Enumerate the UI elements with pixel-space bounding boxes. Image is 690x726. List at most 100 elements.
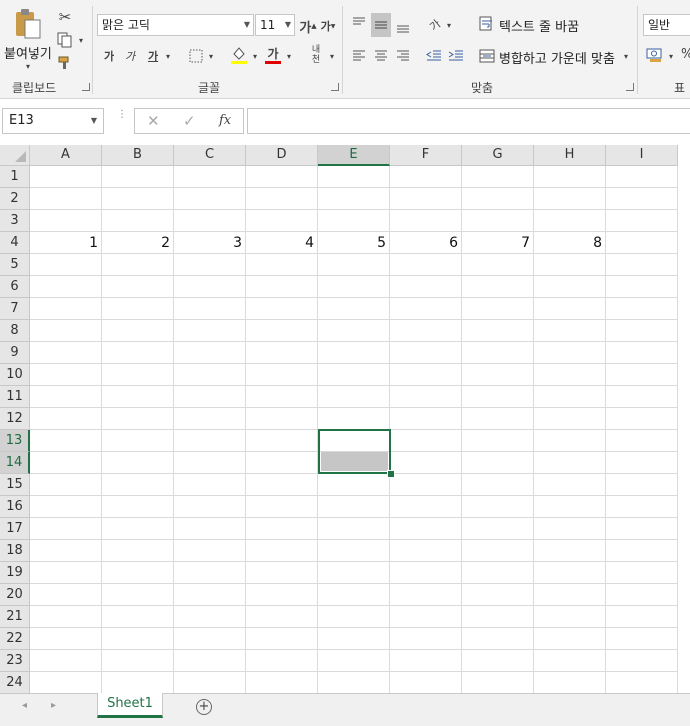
cell-d20[interactable] [246,584,318,606]
row-header-3[interactable]: 3 [0,210,30,232]
cell-b8[interactable] [102,320,174,342]
format-painter-icon[interactable] [56,54,74,72]
orientation-icon[interactable]: 가 [425,15,445,35]
cell-b6[interactable] [102,276,174,298]
cell-a5[interactable] [30,254,102,276]
cell-i7[interactable] [606,298,678,320]
cell-a15[interactable] [30,474,102,496]
cell-e20[interactable] [318,584,390,606]
scroll-tabs-left-icon[interactable]: ◂ [22,700,27,711]
cell-a1[interactable] [30,166,102,188]
cell-i24[interactable] [606,672,678,693]
cell-d12[interactable] [246,408,318,430]
insert-function-button[interactable]: fx [219,113,231,128]
cell-e24[interactable] [318,672,390,693]
cell-a8[interactable] [30,320,102,342]
cell-a7[interactable] [30,298,102,320]
accounting-dropdown-icon[interactable]: ▾ [667,51,675,61]
cell-i9[interactable] [606,342,678,364]
cell-g5[interactable] [462,254,534,276]
grow-font-button[interactable]: 가 ▲ [299,16,316,36]
cell-d14[interactable] [246,452,318,474]
orientation-dropdown-icon[interactable]: ▾ [445,20,453,30]
row-header-24[interactable]: 24 [0,672,30,693]
cell-d2[interactable] [246,188,318,210]
borders-icon[interactable] [187,47,205,65]
cell-b17[interactable] [102,518,174,540]
cell-e4[interactable]: 5 [318,232,390,254]
cell-e9[interactable] [318,342,390,364]
cell-h19[interactable] [534,562,606,584]
cell-e21[interactable] [318,606,390,628]
cell-g9[interactable] [462,342,534,364]
cell-b5[interactable] [102,254,174,276]
cell-e11[interactable] [318,386,390,408]
cell-i13[interactable] [606,430,678,452]
cell-g3[interactable] [462,210,534,232]
cell-c14[interactable] [174,452,246,474]
new-sheet-button[interactable]: + [196,699,212,715]
cell-a13[interactable] [30,430,102,452]
align-top-icon[interactable] [350,13,368,33]
column-header-g[interactable]: G [462,145,534,166]
cell-g17[interactable] [462,518,534,540]
column-header-h[interactable]: H [534,145,606,166]
fill-color-dropdown-icon[interactable]: ▾ [251,51,259,61]
cell-b4[interactable]: 2 [102,232,174,254]
formula-bar-grip-icon[interactable]: ⋮ [117,110,127,120]
cell-a21[interactable] [30,606,102,628]
cell-b20[interactable] [102,584,174,606]
cell-d23[interactable] [246,650,318,672]
merge-center-icon[interactable] [478,46,496,66]
decrease-indent-icon[interactable] [425,46,443,66]
cell-d9[interactable] [246,342,318,364]
cell-g24[interactable] [462,672,534,693]
cell-h16[interactable] [534,496,606,518]
cell-a4[interactable]: 1 [30,232,102,254]
copy-dropdown-icon[interactable]: ▾ [77,35,85,45]
cell-f9[interactable] [390,342,462,364]
cell-h12[interactable] [534,408,606,430]
underline-button[interactable]: 가 [144,47,162,65]
cell-c15[interactable] [174,474,246,496]
clipboard-dialog-launcher[interactable] [82,83,90,91]
row-header-21[interactable]: 21 [0,606,30,628]
cell-a6[interactable] [30,276,102,298]
cell-d6[interactable] [246,276,318,298]
cell-b18[interactable] [102,540,174,562]
cell-h10[interactable] [534,364,606,386]
cell-f20[interactable] [390,584,462,606]
cell-f14[interactable] [390,452,462,474]
cell-i1[interactable] [606,166,678,188]
cell-h13[interactable] [534,430,606,452]
cell-g7[interactable] [462,298,534,320]
paste-dropdown-icon[interactable]: ▾ [23,61,33,71]
cell-b23[interactable] [102,650,174,672]
cell-g21[interactable] [462,606,534,628]
cell-h23[interactable] [534,650,606,672]
cell-g6[interactable] [462,276,534,298]
phonetic-guide-button[interactable]: 내천 [307,45,325,65]
cell-a10[interactable] [30,364,102,386]
cell-g12[interactable] [462,408,534,430]
cell-d8[interactable] [246,320,318,342]
font-dialog-launcher[interactable] [331,83,339,91]
cell-i8[interactable] [606,320,678,342]
cell-i23[interactable] [606,650,678,672]
column-header-e[interactable]: E [318,145,390,166]
cell-i2[interactable] [606,188,678,210]
cell-e16[interactable] [318,496,390,518]
fill-handle[interactable] [387,470,395,478]
alignment-dialog-launcher[interactable] [626,83,634,91]
paste-icon[interactable] [12,8,42,40]
cell-h21[interactable] [534,606,606,628]
row-header-7[interactable]: 7 [0,298,30,320]
align-bottom-icon[interactable] [394,15,412,37]
cell-d21[interactable] [246,606,318,628]
cell-h5[interactable] [534,254,606,276]
cell-f8[interactable] [390,320,462,342]
column-header-f[interactable]: F [390,145,462,166]
row-header-5[interactable]: 5 [0,254,30,276]
paste-button-label[interactable]: 붙여넣기 [4,43,52,62]
cell-h14[interactable] [534,452,606,474]
